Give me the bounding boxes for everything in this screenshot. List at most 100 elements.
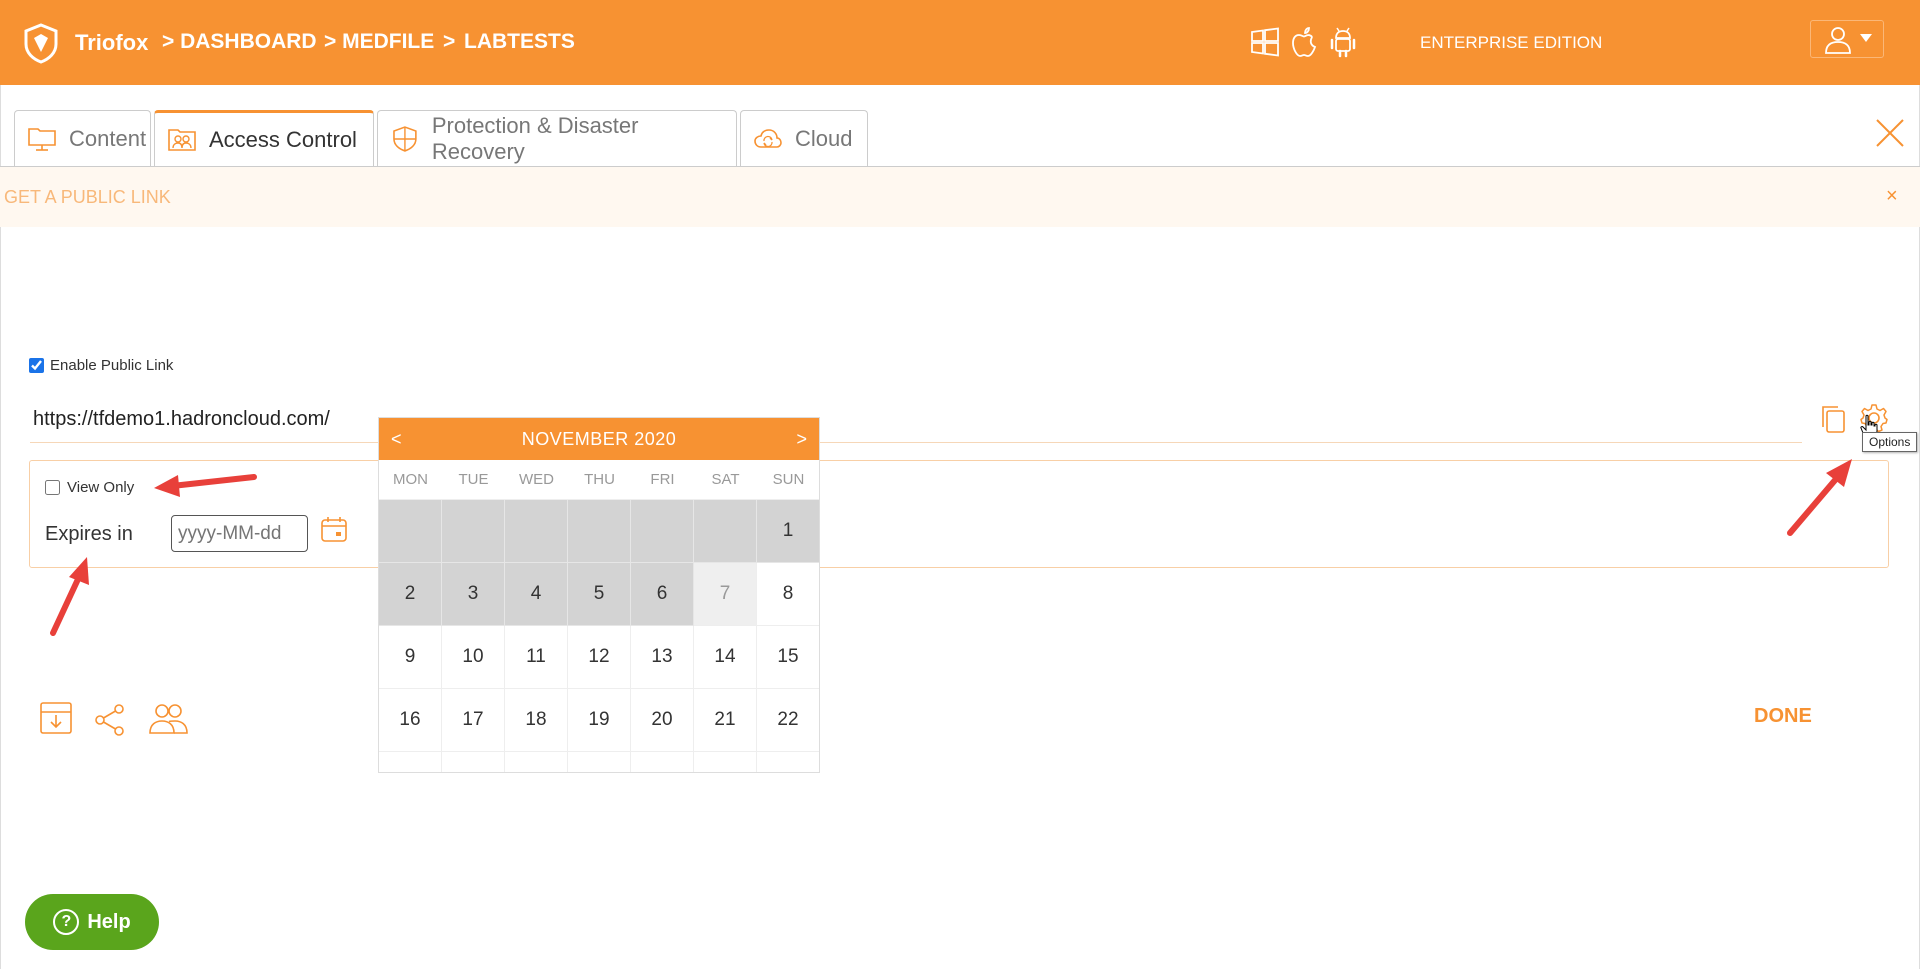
calendar-day-empty	[379, 500, 442, 563]
calendar-day-empty	[442, 500, 505, 563]
calendar-day[interactable]: 15	[757, 626, 819, 689]
question-icon: ?	[53, 909, 80, 935]
date-picker-popup: < NOVEMBER 2020 > MON TUE WED THU FRI SA…	[378, 417, 820, 773]
calendar-day: 3	[442, 563, 505, 626]
calendar-day[interactable]: 22	[757, 689, 819, 752]
calendar-day[interactable]: 13	[631, 626, 694, 689]
public-link-url[interactable]: https://tfdemo1.hadroncloud.com/	[33, 408, 330, 431]
day-grid: 1 2 3 4 5 6 7 8 9 10 11 12 13 14 15 16 1…	[379, 500, 819, 772]
calendar-day[interactable]: 19	[568, 689, 631, 752]
enable-public-link-label: Enable Public Link	[50, 357, 174, 374]
weekday-label: TUE	[442, 460, 505, 500]
calendar-day[interactable]: 11	[505, 626, 568, 689]
breadcrumb-dashboard[interactable]: > DASHBOARD	[162, 30, 317, 54]
user-menu-button[interactable]	[1810, 20, 1884, 58]
breadcrumb-separator: >	[443, 30, 456, 53]
tab-label: Access Control	[209, 127, 357, 152]
tab-content[interactable]: Content	[14, 110, 151, 167]
weekday-label: WED	[505, 460, 568, 500]
share-icon[interactable]	[92, 702, 128, 738]
calendar-day: 4	[505, 563, 568, 626]
calendar-day[interactable]: 26	[568, 752, 631, 772]
users-icon[interactable]	[147, 700, 189, 736]
tab-label: Content	[69, 126, 147, 151]
enable-public-link-row: Enable Public Link	[29, 357, 173, 374]
users-folder-icon	[168, 129, 196, 151]
tab-label: Protection & Disaster Recovery	[431, 113, 639, 164]
cloud-sync-icon	[754, 129, 782, 148]
help-label: Help	[87, 910, 131, 933]
weekday-label: SUN	[757, 460, 819, 500]
calendar-day[interactable]: 25	[505, 752, 568, 772]
public-link-banner: GET A PUBLIC LINK ×	[0, 167, 1920, 227]
calendar-day[interactable]: 20	[631, 689, 694, 752]
calendar-day[interactable]: 29	[757, 752, 819, 772]
tab-cloud[interactable]: Cloud	[740, 110, 868, 167]
help-button[interactable]: ? Help	[25, 894, 159, 950]
expiry-date-input[interactable]	[171, 515, 308, 552]
next-month-button[interactable]: >	[796, 429, 807, 450]
calendar-day[interactable]: 16	[379, 689, 442, 752]
close-icon[interactable]	[1873, 116, 1907, 150]
calendar-day: 6	[631, 563, 694, 626]
user-icon	[1825, 27, 1851, 54]
calendar-day[interactable]: 23	[379, 752, 442, 772]
link-options-panel	[29, 460, 1889, 568]
annotation-arrow-icon	[1787, 459, 1852, 536]
options-tooltip: Options	[1862, 432, 1918, 452]
calendar-day[interactable]: 10	[442, 626, 505, 689]
calendar-day[interactable]: 28	[694, 752, 757, 772]
calendar-day[interactable]: 17	[442, 689, 505, 752]
calendar-day[interactable]: 12	[568, 626, 631, 689]
calendar-day-empty	[505, 500, 568, 563]
banner-title: GET A PUBLIC LINK	[4, 187, 171, 207]
done-button[interactable]: DONE	[1754, 705, 1812, 728]
chevron-down-icon	[1860, 34, 1872, 42]
tab-label: Cloud	[795, 126, 853, 151]
breadcrumb-labtests[interactable]: LABTESTS	[464, 30, 575, 54]
calendar-day: 5	[568, 563, 631, 626]
calendar-icon[interactable]	[319, 514, 349, 544]
view-only-row: View Only	[45, 479, 134, 496]
calendar-day-empty	[631, 500, 694, 563]
calendar-day-empty	[568, 500, 631, 563]
copy-icon[interactable]	[1818, 403, 1848, 435]
current-month-label: NOVEMBER 2020	[521, 428, 677, 449]
android-icon[interactable]	[1328, 26, 1358, 58]
monitor-icon	[28, 128, 56, 151]
url-underline	[30, 442, 1802, 443]
brand-name[interactable]: Triofox	[75, 30, 148, 56]
expires-label: Expires in	[45, 523, 133, 545]
annotation-arrow-icon	[154, 474, 257, 497]
windows-icon[interactable]	[1250, 26, 1280, 58]
apple-icon[interactable]	[1290, 26, 1318, 58]
top-bar: Triofox > DASHBOARD > MEDFILE > LABTESTS…	[0, 0, 1920, 85]
prev-month-button[interactable]: <	[391, 429, 402, 450]
download-icon[interactable]	[38, 700, 74, 736]
view-only-checkbox[interactable]	[45, 480, 60, 495]
calendar-day[interactable]: 24	[442, 752, 505, 772]
calendar-day[interactable]: 8	[757, 563, 819, 626]
calendar-day-empty	[694, 500, 757, 563]
shield-icon	[393, 126, 417, 152]
date-picker-header: < NOVEMBER 2020 >	[379, 418, 819, 460]
calendar-day[interactable]: 21	[694, 689, 757, 752]
tab-protection-disaster-recovery[interactable]: Protection & Disaster Recovery	[377, 110, 737, 167]
calendar-day[interactable]: 27	[631, 752, 694, 772]
view-only-label: View Only	[67, 479, 135, 496]
calendar-day[interactable]: 18	[505, 689, 568, 752]
weekday-label: MON	[379, 460, 442, 500]
tab-access-control[interactable]: Access Control	[154, 110, 374, 167]
annotation-arrow-icon	[50, 557, 89, 636]
weekday-label: FRI	[631, 460, 694, 500]
calendar-day: 1	[757, 500, 819, 563]
triofox-logo-icon[interactable]	[20, 22, 62, 64]
banner-close-button[interactable]: ×	[1886, 185, 1898, 208]
calendar-day[interactable]: 14	[694, 626, 757, 689]
edition-label: ENTERPRISE EDITION	[1420, 33, 1603, 52]
weekday-label: THU	[568, 460, 631, 500]
breadcrumb-medfile[interactable]: > MEDFILE	[324, 30, 434, 54]
calendar-day[interactable]: 9	[379, 626, 442, 689]
calendar-day-today: 7	[694, 563, 757, 626]
enable-public-link-checkbox[interactable]	[29, 358, 44, 373]
